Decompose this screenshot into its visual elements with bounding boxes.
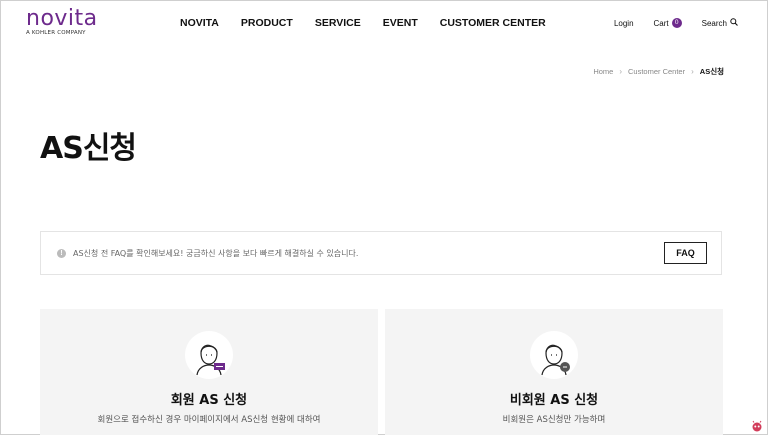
search-icon bbox=[727, 18, 738, 28]
novita-logo[interactable]: novita A KOHLER COMPANY bbox=[26, 8, 106, 40]
nav-item-product[interactable]: PRODUCT bbox=[241, 17, 293, 29]
main-nav: NOVITA PRODUCT SERVICE EVENT CUSTOMER CE… bbox=[180, 17, 568, 29]
login-link[interactable]: Login bbox=[614, 19, 634, 28]
faq-notice-box: ! AS신청 전 FAQ를 확인해보세요! 궁금하신 사항을 보다 빠르게 해결… bbox=[40, 231, 722, 275]
chevron-right-icon: › bbox=[619, 67, 622, 76]
nav-item-novita[interactable]: NOVITA bbox=[180, 17, 219, 29]
chat-bot-icon[interactable] bbox=[750, 420, 764, 432]
member-as-card[interactable]: 회원 AS 신청 회원으로 접수하신 경우 마이페이지에서 AS신청 현황에 대… bbox=[40, 309, 378, 435]
nav-item-event[interactable]: EVENT bbox=[383, 17, 418, 29]
cart-count-badge: 0 bbox=[671, 18, 682, 28]
breadcrumb-current: AS신청 bbox=[699, 67, 724, 76]
faq-button[interactable]: FAQ bbox=[664, 242, 707, 264]
notice-text: AS신청 전 FAQ를 확인해보세요! 궁금하신 사항을 보다 빠르게 해결하실… bbox=[73, 249, 359, 258]
nav-item-customer-center[interactable]: CUSTOMER CENTER bbox=[440, 17, 546, 29]
search-link[interactable]: Search bbox=[702, 18, 738, 28]
cart-label: Cart bbox=[653, 18, 669, 28]
page-title: AS신청 bbox=[40, 131, 137, 166]
search-label: Search bbox=[701, 18, 727, 28]
breadcrumb-home[interactable]: Home bbox=[593, 67, 613, 76]
breadcrumb-customer-center[interactable]: Customer Center bbox=[628, 67, 685, 76]
logo-wordmark: novita bbox=[26, 6, 98, 31]
cart-link[interactable]: Cart 0 bbox=[654, 18, 682, 28]
guest-card-description: 비회원은 AS신청만 가능하며 bbox=[502, 415, 606, 425]
member-card-title: 회원 AS 신청 bbox=[170, 393, 248, 408]
guest-as-card[interactable]: 비회원 AS 신청 비회원은 AS신청만 가능하며 bbox=[385, 309, 723, 435]
member-avatar-icon bbox=[185, 331, 233, 379]
guest-card-title: 비회원 AS 신청 bbox=[509, 393, 599, 408]
breadcrumb: Home › Customer Center › AS신청 bbox=[593, 66, 724, 77]
member-card-description: 회원으로 접수하신 경우 마이페이지에서 AS신청 현황에 대하여 bbox=[97, 415, 321, 425]
guest-avatar-icon bbox=[530, 331, 578, 379]
info-icon: ! bbox=[57, 249, 66, 258]
nav-item-service[interactable]: SERVICE bbox=[315, 17, 361, 29]
chevron-right-icon: › bbox=[691, 67, 694, 76]
site-header: novita A KOHLER COMPANY NOVITA PRODUCT S… bbox=[0, 0, 768, 46]
utility-links: Login Cart 0 Search bbox=[594, 18, 738, 28]
